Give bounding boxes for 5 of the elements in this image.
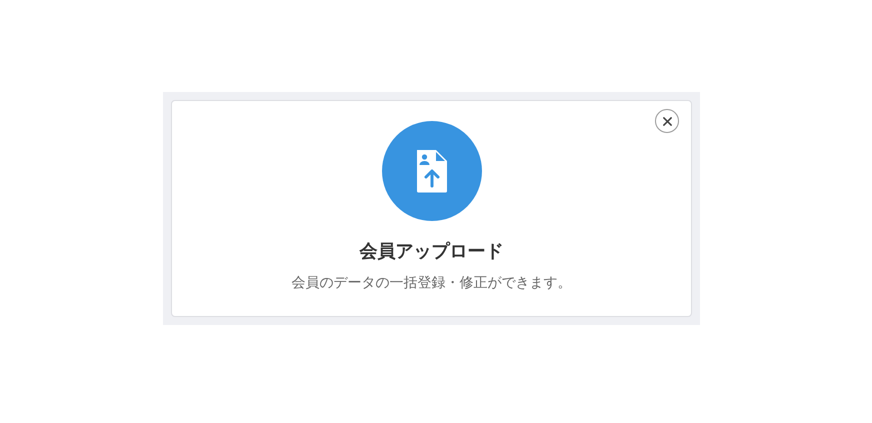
close-icon — [662, 116, 672, 126]
card-description: 会員のデータの一括登録・修正ができます。 — [292, 274, 572, 293]
close-button[interactable] — [655, 109, 679, 133]
file-upload-icon — [382, 121, 482, 221]
card-title: 会員アップロード — [360, 240, 504, 264]
